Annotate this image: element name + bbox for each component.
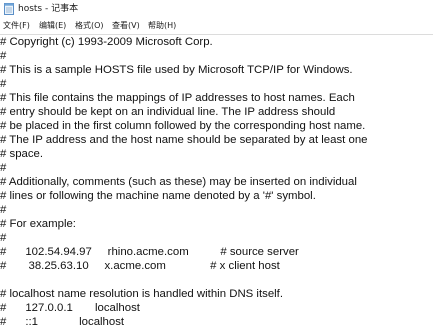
text-line: # [0,162,7,174]
text-line: # [0,204,7,216]
window-title: hosts - 记事本 [18,4,79,14]
text-line: # 127.0.0.1 localhost [0,302,140,314]
text-line: # be placed in the first column followed… [0,120,366,132]
text-line: # localhost name resolution is handled w… [0,288,284,300]
notepad-window: hosts - 记事本 文件(F) 编辑(E) 格式(O) 查看(V) 帮助(H… [0,0,433,326]
menu-edit[interactable]: 编辑(E) [38,20,67,32]
text-editor-area[interactable]: # Copyright (c) 1993-2009 Microsoft Corp… [0,35,433,326]
menu-help[interactable]: 帮助(H) [147,20,177,32]
menu-bar: 文件(F) 编辑(E) 格式(O) 查看(V) 帮助(H) [0,19,433,35]
text-line: # [0,78,7,90]
title-bar[interactable]: hosts - 记事本 [0,0,433,19]
menu-file[interactable]: 文件(F) [2,20,31,32]
text-line: # Copyright (c) 1993-2009 Microsoft Corp… [0,36,213,48]
text-line: # lines or following the machine name de… [0,190,316,202]
menu-format[interactable]: 格式(O) [74,20,105,32]
text-line: # This is a sample HOSTS file used by Mi… [0,64,353,76]
menu-view[interactable]: 查看(V) [111,20,141,32]
text-line: # [0,232,7,244]
notepad-icon [4,3,14,15]
text-line: # [0,50,7,62]
text-line: # Additionally, comments (such as these)… [0,176,357,188]
text-line: # space. [0,148,44,160]
text-line: # The IP address and the host name shoul… [0,134,368,146]
text-line: # ::1 localhost [0,316,125,326]
text-line: # 102.54.94.97 rhino.acme.com # source s… [0,246,299,258]
text-line: # 38.25.63.10 x.acme.com # x client host [0,260,280,272]
text-line: # For example: [0,218,76,230]
text-line: # entry should be kept on an individual … [0,106,336,118]
text-line: # This file contains the mappings of IP … [0,92,355,104]
